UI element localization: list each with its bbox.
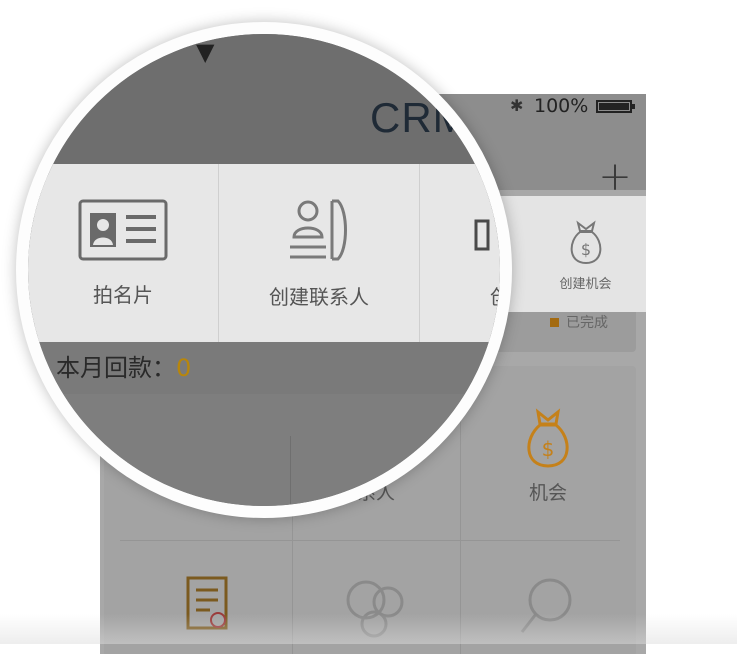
magnified-popup-menu: 拍名片 创建联系人 创	[28, 164, 500, 342]
popup-item-label: 创	[490, 284, 510, 309]
magnifier-lens: ▼ CRM 拍名片 创建联系人 创 本月回款：0	[16, 22, 512, 518]
magnified-grid	[28, 394, 500, 506]
popup-item-label: 拍名片	[93, 282, 153, 307]
summary-prefix: 本月回款：	[56, 354, 176, 382]
create-contact-icon	[290, 199, 347, 260]
svg-text:$: $	[580, 240, 590, 259]
popup-item-create-partial[interactable]: 创	[420, 164, 510, 342]
legend-label: 已完成	[566, 315, 608, 331]
magnified-header: ▼ CRM	[28, 34, 500, 174]
magnified-summary: 本月回款：0	[28, 342, 500, 394]
signal-icon: ▼	[196, 38, 215, 66]
summary-text: 本月回款：0	[56, 348, 191, 383]
svg-text:$: $	[542, 437, 555, 461]
grid-divider	[290, 436, 291, 506]
legend-done: 已完成	[550, 312, 608, 332]
bluetooth-icon: ✱	[510, 96, 524, 115]
create-icon	[474, 219, 490, 250]
grid-item-label: 机会	[528, 482, 567, 504]
popup-item-label: 创建机会	[559, 276, 612, 292]
grid-divider	[120, 540, 620, 541]
battery-percentage: 100%	[534, 95, 589, 117]
money-bag-icon: $	[570, 220, 601, 264]
popup-item-create-opportunity[interactable]: $ 创建机会	[525, 196, 646, 312]
legend-swatch	[550, 318, 559, 327]
summary-value: 0	[176, 354, 192, 382]
popup-item-label: 创建联系人	[269, 284, 369, 309]
bottom-shade	[0, 614, 737, 644]
popup-item-create-contact[interactable]: 创建联系人	[219, 164, 419, 342]
popup-item-scan-card[interactable]: 拍名片	[28, 164, 218, 342]
add-button[interactable]: +	[598, 157, 632, 197]
business-card-icon	[78, 199, 168, 260]
battery-icon	[596, 100, 635, 113]
app-title: CRM	[370, 94, 469, 141]
money-bag-icon: $	[527, 408, 569, 468]
